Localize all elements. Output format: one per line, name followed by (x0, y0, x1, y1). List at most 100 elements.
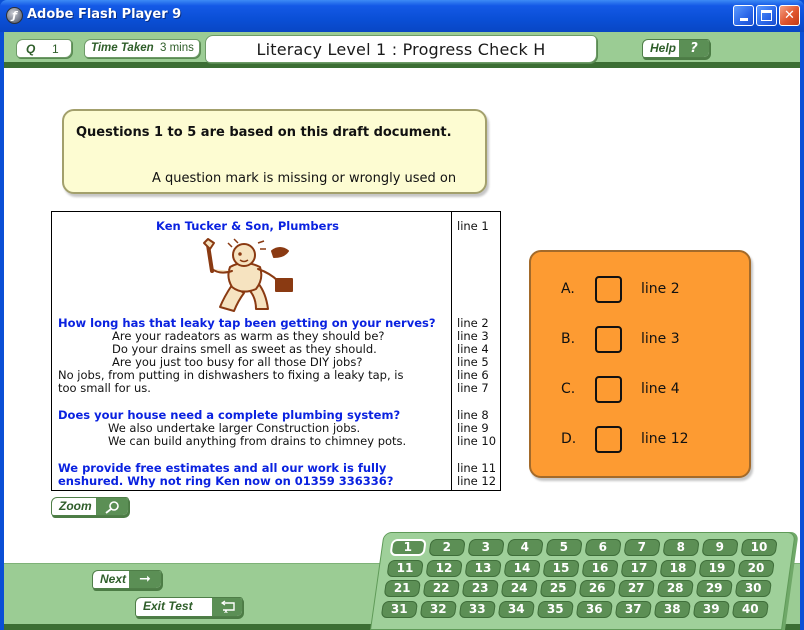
question-nav-button-25[interactable]: 25 (539, 580, 578, 597)
question-nav-number: 31 (391, 601, 408, 616)
question-nav-button-10[interactable]: 10 (740, 539, 778, 556)
question-nav-button-35[interactable]: 35 (536, 600, 575, 618)
instruction-heading: Questions 1 to 5 are based on this draft… (76, 125, 452, 140)
question-nav-button-26[interactable]: 26 (578, 580, 617, 597)
answer-checkbox[interactable] (595, 426, 622, 453)
question-nav-button-12[interactable]: 12 (425, 559, 463, 577)
question-nav-button-17[interactable]: 17 (620, 559, 658, 577)
document-line: We can build anything from drains to chi… (108, 434, 407, 448)
question-nav-button-7[interactable]: 7 (623, 539, 661, 556)
question-nav-number: 37 (625, 601, 642, 616)
question-nav-button-21[interactable]: 21 (383, 580, 422, 597)
question-nav-button-39[interactable]: 39 (692, 600, 731, 618)
plumber-illustration (203, 238, 293, 312)
question-nav-number: 20 (747, 560, 765, 575)
question-nav-button-11[interactable]: 11 (386, 559, 424, 577)
question-nav-number: 21 (393, 581, 411, 595)
question-nav-button-40[interactable]: 40 (731, 600, 770, 618)
question-nav-number: 27 (627, 581, 645, 595)
question-nav-button-37[interactable]: 37 (614, 600, 653, 618)
question-nav-number: 19 (708, 560, 726, 575)
question-nav-number: 13 (474, 560, 492, 575)
question-nav-button-27[interactable]: 27 (617, 580, 656, 597)
question-nav-button-18[interactable]: 18 (659, 559, 697, 577)
question-nav-button-8[interactable]: 8 (662, 539, 700, 556)
question-prompt: A question mark is missing or wrongly us… (152, 171, 457, 186)
question-label: Q (26, 42, 36, 56)
question-nav-button-28[interactable]: 28 (656, 580, 695, 597)
question-nav-button-6[interactable]: 6 (584, 539, 622, 556)
question-nav-button-22[interactable]: 22 (422, 580, 461, 597)
line-number: line 8 (457, 408, 489, 422)
question-nav-button-1[interactable]: 1 (389, 539, 427, 556)
question-nav-button-23[interactable]: 23 (461, 580, 500, 597)
close-icon: ✕ (784, 8, 795, 23)
question-nav-button-5[interactable]: 5 (545, 539, 583, 556)
question-nav-button-31[interactable]: 31 (380, 600, 419, 618)
question-number: 1 (52, 42, 59, 56)
exit-icon: x (212, 598, 242, 616)
answer-option-a[interactable]: A. line 2 (561, 276, 731, 304)
question-nav-button-24[interactable]: 24 (500, 580, 539, 597)
question-nav-number: 1 (403, 540, 413, 554)
flash-player-icon: ƒ (6, 7, 23, 24)
document-line: We also undertake larger Construction jo… (108, 421, 361, 435)
next-button[interactable]: Next ➞ (92, 570, 162, 589)
question-nav-button-14[interactable]: 14 (503, 559, 541, 577)
option-text: line 12 (641, 431, 689, 447)
question-number-indicator: Q 1 (16, 39, 72, 58)
question-nav-number: 36 (586, 601, 603, 616)
test-title: Literacy Level 1 : Progress Check H (256, 40, 546, 59)
question-nav-button-9[interactable]: 9 (701, 539, 739, 556)
question-nav-number: 10 (750, 540, 768, 554)
question-nav-button-33[interactable]: 33 (458, 600, 497, 618)
question-nav-number: 9 (715, 540, 725, 554)
answer-checkbox[interactable] (595, 326, 622, 353)
question-nav-number: 4 (520, 540, 530, 554)
question-nav-button-29[interactable]: 29 (695, 580, 734, 597)
maximize-icon (761, 10, 772, 21)
question-nav-button-16[interactable]: 16 (581, 559, 619, 577)
line-number: line 2 (457, 316, 489, 330)
window-title: Adobe Flash Player 9 (27, 7, 182, 22)
question-nav-number: 3 (481, 540, 491, 554)
minimize-icon (740, 18, 748, 21)
answer-options-panel: A. line 2 B. line 3 C. line 4 D. line 12 (529, 250, 751, 478)
draft-document: Ken Tucker & Son, Plumbers line 1 How lo… (51, 211, 501, 491)
question-nav-button-30[interactable]: 30 (734, 580, 773, 597)
question-nav-number: 35 (547, 601, 564, 616)
question-nav-button-38[interactable]: 38 (653, 600, 692, 618)
exit-test-button[interactable]: Exit Test x (135, 597, 243, 617)
zoom-button[interactable]: Zoom (51, 497, 129, 516)
question-nav-button-34[interactable]: 34 (497, 600, 536, 618)
document-line: No jobs, from putting in dishwashers to … (58, 368, 404, 382)
question-nav-button-13[interactable]: 13 (464, 559, 502, 577)
line-number: line 11 (457, 461, 497, 475)
help-button[interactable]: Help ? (642, 39, 710, 58)
answer-option-d[interactable]: D. line 12 (561, 426, 731, 454)
question-nav-number: 12 (435, 560, 453, 575)
answer-option-c[interactable]: C. line 4 (561, 376, 731, 404)
line-number: line 10 (457, 434, 497, 448)
question-nav-button-32[interactable]: 32 (419, 600, 458, 618)
maximize-button[interactable] (756, 5, 777, 26)
window-border-right (800, 32, 804, 630)
answer-checkbox[interactable] (595, 376, 622, 403)
question-nav-number: 5 (559, 540, 569, 554)
answer-option-b[interactable]: B. line 3 (561, 326, 731, 354)
question-nav-button-19[interactable]: 19 (698, 559, 736, 577)
question-nav-button-36[interactable]: 36 (575, 600, 614, 618)
time-taken-indicator: Time Taken 3 mins (84, 39, 200, 58)
document-line: How long has that leaky tap been getting… (58, 316, 436, 330)
minimize-button[interactable] (733, 5, 754, 26)
question-nav-number: 18 (669, 560, 687, 575)
question-nav-button-20[interactable]: 20 (737, 559, 775, 577)
answer-checkbox[interactable] (595, 276, 622, 303)
document-line: too small for us. (58, 381, 151, 395)
question-nav-number: 6 (598, 540, 608, 554)
question-nav-button-15[interactable]: 15 (542, 559, 580, 577)
close-button[interactable]: ✕ (779, 5, 800, 26)
question-nav-button-4[interactable]: 4 (506, 539, 544, 556)
question-nav-button-2[interactable]: 2 (428, 539, 466, 556)
question-nav-button-3[interactable]: 3 (467, 539, 505, 556)
